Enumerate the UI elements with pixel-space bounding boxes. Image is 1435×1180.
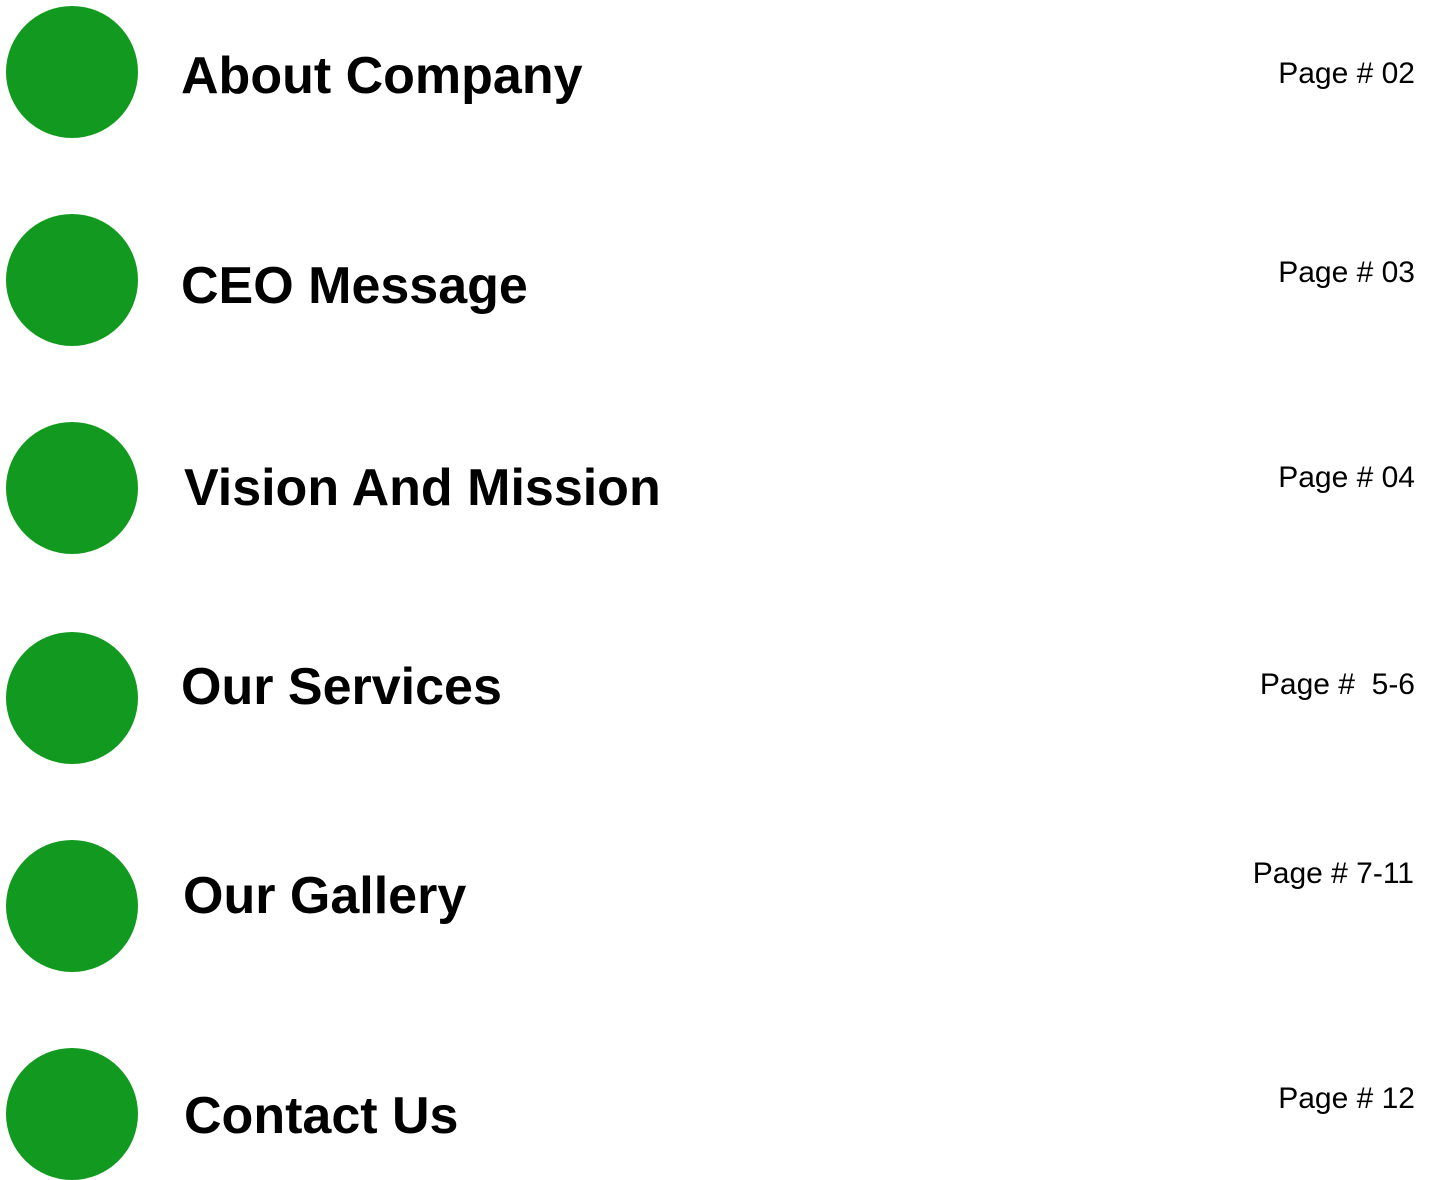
green-circle-bullet xyxy=(6,1048,138,1180)
toc-entry-title: Vision And Mission xyxy=(184,459,661,517)
toc-entry-page: Page # 5-6 xyxy=(1259,668,1415,701)
toc-entry-ceo-message[interactable]: CEO Message Page # 03 xyxy=(0,214,1435,346)
toc-entry-vision-and-mission[interactable]: Vision And Mission Page # 04 xyxy=(0,422,1435,554)
toc-entry-about-company[interactable]: About Company Page # 02 xyxy=(0,6,1435,138)
green-circle-bullet xyxy=(6,6,138,138)
toc-entry-title: Contact Us xyxy=(184,1087,459,1145)
toc-entry-page: Page # 02 xyxy=(1278,57,1415,90)
green-circle-bullet xyxy=(6,214,138,346)
toc-entry-contact-us[interactable]: Contact Us Page # 12 xyxy=(0,1048,1435,1180)
toc-entry-page: Page # 04 xyxy=(1278,461,1415,494)
toc-entry-title: Our Gallery xyxy=(183,867,467,925)
toc-entry-page: Page # 12 xyxy=(1278,1082,1415,1115)
toc-entry-our-gallery[interactable]: Our Gallery Page # 7-11 xyxy=(0,840,1435,972)
green-circle-bullet xyxy=(6,840,138,972)
toc-entry-title: CEO Message xyxy=(181,257,528,315)
green-circle-bullet xyxy=(6,422,138,554)
toc-entry-title: Our Services xyxy=(181,658,502,716)
toc-entry-our-services[interactable]: Our Services Page # 5-6 xyxy=(0,632,1435,764)
toc-entry-title: About Company xyxy=(181,47,583,105)
green-circle-bullet xyxy=(6,632,138,764)
toc-entry-page: Page # 7-11 xyxy=(1252,857,1414,890)
toc-entry-page: Page # 03 xyxy=(1278,256,1415,289)
